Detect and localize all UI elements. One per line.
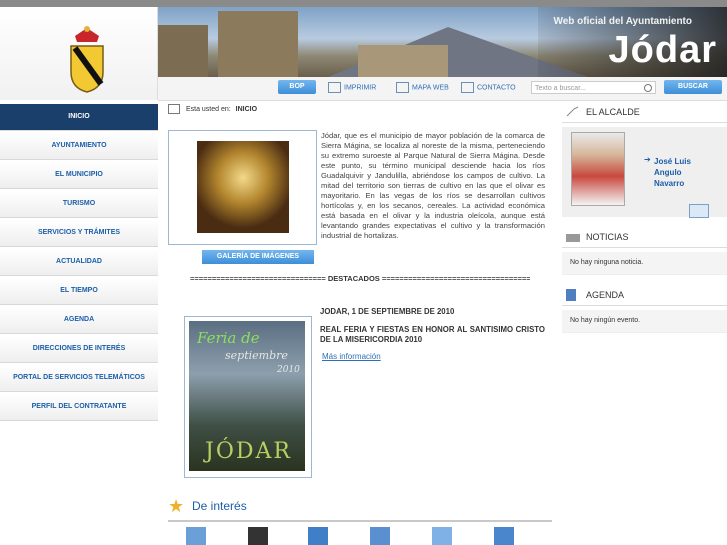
calendar-icon <box>566 289 576 301</box>
sitemap-icon <box>396 82 409 93</box>
envelope-icon <box>461 82 474 93</box>
altar-photo[interactable] <box>197 141 289 233</box>
intro-text: Jódar, que es el municipio de mayor pobl… <box>321 131 545 240</box>
printer-icon <box>328 82 341 93</box>
banner-photo-building <box>358 45 448 77</box>
sidebar-nav: INICIO AYUNTAMIENTO EL MUNICIPIO TURISMO… <box>0 104 158 423</box>
news-header: NOTICIAS <box>562 227 727 248</box>
print-link[interactable]: IMPRIMIR <box>328 82 376 93</box>
link-icon[interactable] <box>432 527 452 545</box>
mayor-card: ➔ José Luis Angulo Navarro <box>562 127 727 218</box>
site-title: Jódar <box>608 29 717 71</box>
search-button[interactable]: BUSCAR <box>664 80 722 94</box>
news-poster-frame: Feria de septiembre 2010 JÓDAR <box>184 316 312 478</box>
contact-link[interactable]: CONTACTO <box>461 82 516 93</box>
toolbar: BOP IMPRIMIR MAPA WEB CONTACTO Texto a b… <box>158 77 727 101</box>
sidebar-item-portal[interactable]: PORTAL DE SERVICIOS TELEMÁTICOS <box>0 365 158 392</box>
mayor-name-line[interactable]: José Luis <box>654 156 691 167</box>
newspaper-icon <box>566 234 580 242</box>
link-icon[interactable] <box>494 527 514 545</box>
sidebar-item-tiempo[interactable]: EL TIEMPO <box>0 278 158 305</box>
search-icon[interactable] <box>644 84 652 92</box>
sidebar-item-agenda[interactable]: AGENDA <box>0 307 158 334</box>
poster-text: septiembre <box>225 349 288 362</box>
poster-text: Feria de <box>197 329 260 347</box>
star-icon: ★ <box>168 496 185 516</box>
news-date: JODAR, 1 DE SEPTIEMBRE DE 2010 <box>320 307 455 316</box>
mayor-icon <box>566 106 579 117</box>
banner-photo-building <box>158 25 208 77</box>
site-map-link[interactable]: MAPA WEB <box>396 82 449 93</box>
mayor-header: EL ALCALDE <box>562 102 727 123</box>
sidebar-item-municipio[interactable]: EL MUNICIPIO <box>0 162 158 189</box>
home-icon <box>168 104 180 114</box>
news-more-link[interactable]: Más información <box>322 352 381 361</box>
sidebar-item-inicio[interactable]: INICIO <box>0 104 158 131</box>
sidebar-item-ayuntamiento[interactable]: AYUNTAMIENTO <box>0 133 158 160</box>
interest-links <box>180 525 550 545</box>
search-input[interactable]: Texto a buscar... <box>531 81 656 94</box>
site-tagline: Web oficial del Ayuntamiento <box>553 16 692 27</box>
breadcrumb-prefix: Esta usted en: <box>185 105 231 113</box>
poster-text: JÓDAR <box>205 439 292 464</box>
breadcrumb: Esta usted en: INICIO <box>168 104 550 118</box>
logo-area[interactable] <box>0 7 158 100</box>
gallery-button[interactable]: GALERÍA DE IMÁGENES <box>202 250 314 264</box>
banner-photo-tower <box>218 11 298 77</box>
breadcrumb-current[interactable]: INICIO <box>236 106 257 113</box>
sidebar-item-actualidad[interactable]: ACTUALIDAD <box>0 249 158 276</box>
link-icon[interactable] <box>308 527 328 545</box>
sidebar-item-direcciones[interactable]: DIRECCIONES DE INTERÉS <box>0 336 158 363</box>
agenda-header: AGENDA <box>562 285 727 306</box>
sidebar-item-turismo[interactable]: TURISMO <box>0 191 158 218</box>
featured-heading: =============================== DESTACAD… <box>190 274 530 283</box>
mayor-photo[interactable] <box>571 132 625 206</box>
link-icon[interactable] <box>186 527 206 545</box>
interest-section-header: ★ De interés <box>168 496 552 522</box>
interest-title: De interés <box>192 499 247 513</box>
poster-text: 2010 <box>277 365 300 375</box>
arrow-icon: ➔ <box>644 155 651 164</box>
coat-of-arms-logo[interactable] <box>67 24 107 94</box>
news-title: REAL FERIA Y FIESTAS EN HONOR AL SANTISI… <box>320 325 545 344</box>
right-column: EL ALCALDE ➔ José Luis Angulo Navarro NO… <box>562 102 727 333</box>
next-arrow-icon[interactable] <box>689 204 709 218</box>
sidebar-item-perfil[interactable]: PERFIL DEL CONTRATANTE <box>0 394 158 421</box>
sidebar-item-servicios[interactable]: SERVICIOS Y TRÁMITES <box>0 220 158 247</box>
bop-button[interactable]: BOP <box>278 80 316 94</box>
mayor-name-line[interactable]: Angulo <box>654 167 682 178</box>
news-empty: No hay ninguna noticia. <box>562 252 727 275</box>
top-strip <box>0 0 727 7</box>
link-icon[interactable] <box>248 527 268 545</box>
agenda-empty: No hay ningún evento. <box>562 310 727 333</box>
header-banner: Web oficial del Ayuntamiento Jódar <box>158 7 727 77</box>
mayor-name-line[interactable]: Navarro <box>654 178 684 189</box>
featured-photo-frame <box>168 130 317 245</box>
link-icon[interactable] <box>370 527 390 545</box>
